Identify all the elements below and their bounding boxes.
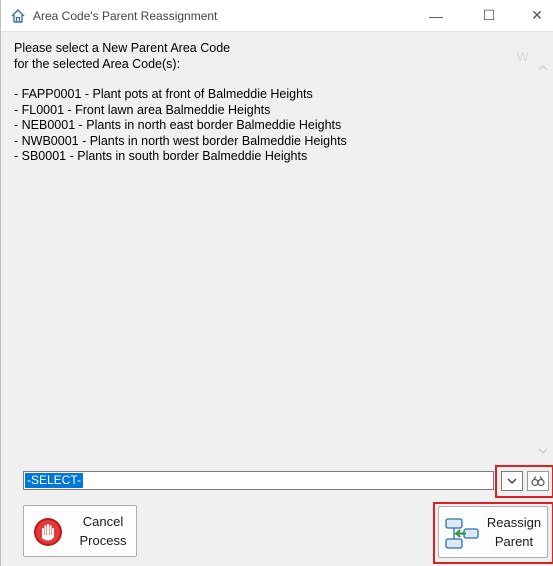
- select-controls-highlight: [495, 465, 553, 498]
- close-button[interactable]: ✕: [514, 0, 553, 31]
- select-value: -SELECT-: [25, 473, 84, 488]
- instruction-line-1: Please select a New Parent Area Code: [14, 41, 231, 55]
- title-bar[interactable]: Area Code's Parent Reassignment — ☐ ✕: [1, 0, 553, 32]
- minimize-icon: —: [429, 7, 443, 24]
- message-area: Please select a New Parent Area Code for…: [14, 41, 494, 461]
- area-code-item: - NWB0001 - Plants in north west border …: [14, 133, 347, 148]
- area-code-item: - FL0001 - Front lawn area Balmeddie Hei…: [14, 102, 271, 117]
- area-code-item: - FAPP0001 - Plant pots at front of Balm…: [14, 87, 313, 101]
- message-scrollbar[interactable]: [535, 56, 553, 464]
- minimize-button[interactable]: —: [413, 0, 459, 31]
- close-icon: ✕: [531, 7, 543, 23]
- scroll-down-icon[interactable]: [538, 448, 548, 455]
- area-code-icon: [11, 9, 25, 23]
- maximize-button[interactable]: ☐: [466, 0, 512, 31]
- scroll-up-icon[interactable]: [538, 64, 548, 71]
- reassignment-dialog: Area Code's Parent Reassignment — ☐ ✕ Pl…: [0, 0, 553, 566]
- maximize-icon: ☐: [482, 7, 496, 23]
- cancel-process-label: Cancel Process: [74, 512, 132, 550]
- area-code-item: - NEB0001 - Plants in north east border …: [14, 118, 342, 132]
- reassign-button-highlight: [433, 502, 553, 564]
- cancel-label-line-2: Process: [79, 533, 127, 548]
- stop-hand-icon: [34, 518, 62, 546]
- cancel-process-button[interactable]: Cancel Process: [23, 505, 137, 557]
- area-code-item: - SB0001 - Plants in south border Balmed…: [14, 149, 308, 163]
- instruction-line-2: for the selected Area Code(s):: [14, 56, 181, 71]
- cancel-label-line-1: Cancel: [82, 514, 124, 529]
- parent-area-code-select[interactable]: -SELECT-: [23, 471, 494, 490]
- window-title: Area Code's Parent Reassignment: [33, 9, 218, 23]
